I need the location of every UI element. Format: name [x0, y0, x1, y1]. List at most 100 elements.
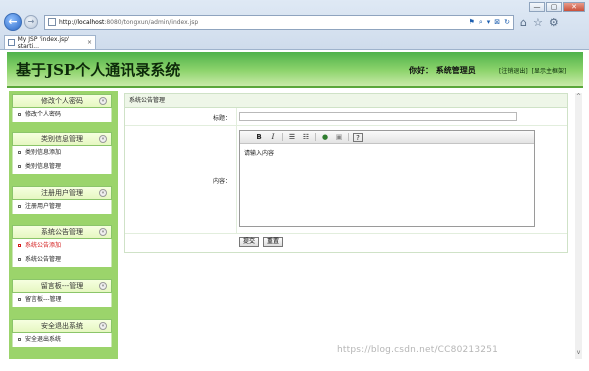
dropdown-icon[interactable]: ▾	[487, 18, 491, 27]
title-input[interactable]	[239, 112, 517, 121]
tab-page-icon	[8, 39, 15, 46]
sidebar-group-title: 注册用户管理	[41, 189, 83, 197]
bold-button[interactable]: B	[254, 133, 264, 142]
tab-close-icon[interactable]: ×	[87, 39, 92, 46]
sidebar-group-notice: 系统公告管理 « 系统公告添加 系统公告管理	[12, 225, 112, 267]
sidebar-group-body: 留言板---管理	[12, 293, 112, 307]
unordered-list-button[interactable]: ☷	[301, 133, 311, 142]
reset-button[interactable]: 重置	[263, 237, 284, 247]
stop-icon[interactable]: ⊠	[494, 18, 500, 27]
form-buttons: 提交 重置	[239, 237, 284, 247]
sidebar-item-users-manage[interactable]: 注册用户管理	[13, 200, 111, 214]
sidebar-group-header[interactable]: 修改个人密码 «	[12, 94, 112, 108]
search-icon[interactable]: ⌕	[479, 18, 483, 27]
rich-text-editor[interactable]: B I ☰ ☷ ● ▣ ? 请输入内容	[239, 130, 535, 227]
favorites-icon[interactable]: ☆	[533, 16, 543, 29]
tab-strip: My JSP 'index.jsp' starti... ×	[4, 35, 96, 50]
italic-button[interactable]: I	[268, 133, 278, 142]
sidebar-item-change-password[interactable]: 修改个人密码	[13, 108, 111, 122]
sidebar-item-label: 类别信息管理	[25, 163, 62, 170]
collapse-icon[interactable]: «	[99, 228, 107, 236]
bullet-icon	[18, 244, 21, 247]
page-icon	[48, 18, 56, 26]
site-title: 基于JSP个人通讯录系统	[16, 61, 181, 79]
refresh-icon[interactable]: ↻	[504, 18, 510, 27]
navigation-row: ← → http:// localhost :8080/tongxun/admi…	[4, 12, 585, 32]
sidebar-group-header[interactable]: 系统公告管理 «	[12, 225, 112, 239]
show-main-frame-link[interactable]: [显示主框架]	[532, 68, 567, 75]
sidebar-group-guestbook: 留言板---管理 « 留言板---管理	[12, 279, 112, 307]
sidebar-item-safe-logout[interactable]: 安全退出系统	[13, 333, 111, 347]
url-path: :8080/tongxun/admin/index.jsp	[104, 18, 199, 26]
minimize-button[interactable]: —	[529, 2, 545, 12]
tab-title: My JSP 'index.jsp' starti...	[17, 35, 70, 50]
sidebar-group-header[interactable]: 注册用户管理 «	[12, 186, 112, 200]
scroll-down-icon[interactable]: v	[575, 349, 582, 357]
title-row: 标题：	[125, 108, 567, 126]
compat-icon[interactable]: ⚑	[469, 18, 475, 27]
site-header: 基于JSP个人通讯录系统 你好： 系统管理员 [注销退出] [显示主框架]	[7, 52, 583, 88]
greeting: 你好： 系统管理员	[409, 66, 476, 75]
collapse-icon[interactable]: «	[99, 282, 107, 290]
bullet-icon	[18, 258, 21, 261]
browser-toolbar-icons: ⌂ ☆ ⚙	[520, 16, 559, 29]
toolbar-separator	[282, 133, 283, 141]
browser-chrome: — ▢ ✕ ← → http:// localhost :8080/tongxu…	[0, 0, 589, 50]
content-label: 内容：	[212, 178, 231, 185]
submit-button[interactable]: 提交	[239, 237, 260, 247]
ordered-list-button[interactable]: ☰	[287, 133, 297, 142]
sidebar-item-guestbook-manage[interactable]: 留言板---管理	[13, 293, 111, 307]
close-window-button[interactable]: ✕	[563, 2, 585, 12]
sidebar-item-label: 安全退出系统	[25, 336, 62, 343]
main-panel: 系统公告管理 标题： 内容： B I ☰ ☷ ● ▣ ? 请输入内容 提交 重置	[124, 93, 568, 253]
sidebar-group-title: 安全退出系统	[41, 322, 83, 330]
browser-tab[interactable]: My JSP 'index.jsp' starti... ×	[4, 35, 96, 50]
sidebar-item-category-manage[interactable]: 类别信息管理	[13, 160, 111, 174]
watermark: https://blog.csdn.net/CC80213251	[337, 345, 499, 355]
logout-link[interactable]: [注销退出]	[499, 68, 528, 75]
toolbar-separator	[315, 133, 316, 141]
sidebar-item-label: 注册用户管理	[25, 203, 62, 210]
vertical-scrollbar[interactable]	[575, 93, 582, 359]
sidebar: 修改个人密码 « 修改个人密码 类别信息管理 « 类别信息添加 类别信息管理 注…	[9, 91, 118, 359]
sidebar-group-header[interactable]: 类别信息管理 «	[12, 132, 112, 146]
settings-icon[interactable]: ⚙	[549, 16, 559, 29]
back-button[interactable]: ←	[4, 13, 22, 31]
collapse-icon[interactable]: «	[99, 189, 107, 197]
sidebar-group-title: 系统公告管理	[41, 228, 83, 236]
sidebar-item-label: 留言板---管理	[25, 296, 62, 303]
sidebar-group-logout: 安全退出系统 « 安全退出系统	[12, 319, 112, 347]
sidebar-item-notice-add[interactable]: 系统公告添加	[13, 239, 111, 253]
collapse-icon[interactable]: «	[99, 135, 107, 143]
help-button[interactable]: ?	[353, 132, 363, 142]
sidebar-group-category: 类别信息管理 « 类别信息添加 类别信息管理	[12, 132, 112, 174]
address-bar[interactable]: http:// localhost :8080/tongxun/admin/in…	[44, 14, 514, 30]
title-label: 标题：	[212, 115, 231, 122]
forward-button[interactable]: →	[24, 15, 38, 29]
sidebar-group-body: 系统公告添加 系统公告管理	[12, 239, 112, 267]
sidebar-group-title: 类别信息管理	[41, 135, 83, 143]
sidebar-item-category-add[interactable]: 类别信息添加	[13, 146, 111, 160]
sidebar-group-header[interactable]: 安全退出系统 «	[12, 319, 112, 333]
header-links: [注销退出] [显示主框架]	[499, 66, 568, 75]
section-title: 系统公告管理	[125, 94, 567, 108]
sidebar-group-title: 修改个人密码	[41, 97, 83, 105]
collapse-icon[interactable]: «	[99, 97, 107, 105]
sidebar-item-label: 修改个人密码	[25, 111, 62, 118]
sidebar-item-label: 系统公告管理	[25, 256, 62, 263]
link-button[interactable]: ●	[320, 133, 330, 142]
maximize-button[interactable]: ▢	[546, 2, 562, 12]
sidebar-item-label: 系统公告添加	[25, 242, 62, 249]
image-button[interactable]: ▣	[334, 133, 344, 142]
bullet-icon	[18, 151, 21, 154]
home-icon[interactable]: ⌂	[520, 16, 527, 29]
editor-content[interactable]: 请输入内容	[240, 144, 534, 161]
scroll-up-icon[interactable]: ^	[575, 93, 582, 101]
sidebar-group-header[interactable]: 留言板---管理 «	[12, 279, 112, 293]
sidebar-item-notice-manage[interactable]: 系统公告管理	[13, 253, 111, 267]
url-scheme: http://	[59, 18, 78, 26]
content-row: 内容： B I ☰ ☷ ● ▣ ? 请输入内容	[125, 126, 567, 234]
bullet-icon	[18, 338, 21, 341]
collapse-icon[interactable]: «	[99, 322, 107, 330]
bullet-icon	[18, 205, 21, 208]
